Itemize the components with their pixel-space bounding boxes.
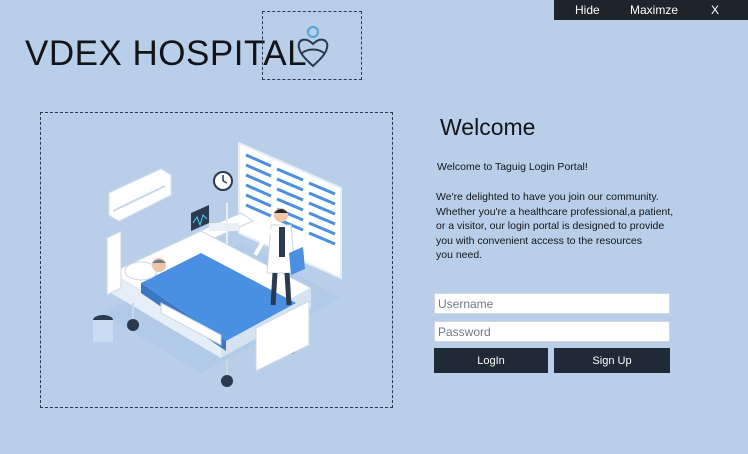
illustration-frame bbox=[40, 112, 393, 408]
username-input[interactable] bbox=[434, 293, 670, 314]
maximize-button[interactable]: Maximze bbox=[630, 3, 678, 17]
password-input[interactable] bbox=[434, 321, 670, 342]
close-button[interactable]: X bbox=[711, 3, 719, 17]
window-titlebar: Hide Maximze X bbox=[554, 0, 748, 20]
login-button[interactable]: LogIn bbox=[434, 348, 548, 373]
hospital-bed-doctor-illustration bbox=[93, 141, 342, 387]
stool-illustration bbox=[93, 315, 113, 342]
logo-frame bbox=[262, 11, 362, 80]
welcome-subtitle: Welcome to Taguig Login Portal! bbox=[437, 161, 588, 173]
welcome-heading: Welcome bbox=[440, 114, 536, 140]
heart-person-icon bbox=[297, 25, 329, 68]
hide-button[interactable]: Hide bbox=[575, 3, 600, 17]
signup-button[interactable]: Sign Up bbox=[554, 348, 670, 373]
welcome-description: We're delighted to have you join our com… bbox=[436, 191, 674, 262]
air-conditioner-illustration bbox=[108, 168, 172, 222]
